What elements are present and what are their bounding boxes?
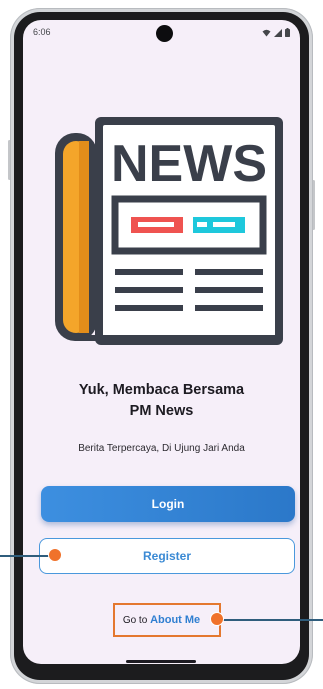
status-bar: 6:06 [23, 20, 300, 46]
news-logo: NEWS [55, 117, 283, 345]
headline-line-1: Yuk, Membaca Bersama [78, 382, 245, 398]
about-callout-dot [210, 612, 224, 626]
wifi-icon [262, 29, 271, 36]
headline-line-2: PM News [129, 403, 194, 419]
register-callout-dot [48, 548, 62, 562]
app-screen: 6:06 NEWS Yuk, Membaca Bersama PM News B… [23, 20, 300, 664]
register-callout-line [0, 555, 50, 557]
signal-icon [274, 28, 282, 37]
device-stage: 6:06 NEWS Yuk, Membaca Bersama PM News B… [0, 0, 323, 689]
welcome-headline: Yuk, Membaca Bersama PM News [23, 380, 300, 422]
status-time: 6:06 [33, 27, 51, 37]
logo-news-text: NEWS [111, 135, 267, 193]
status-icons [262, 28, 290, 37]
register-button[interactable]: Register [39, 538, 295, 574]
front-camera [156, 25, 173, 42]
home-indicator[interactable] [126, 660, 196, 663]
about-callout-line [222, 619, 323, 621]
about-me-link[interactable]: About Me [150, 614, 200, 626]
battery-icon [285, 28, 290, 37]
about-prefix: Go to [122, 615, 148, 626]
login-button[interactable]: Login [41, 486, 295, 522]
tagline: Berita Terpercaya, Di Ujung Jari Anda [78, 443, 245, 454]
